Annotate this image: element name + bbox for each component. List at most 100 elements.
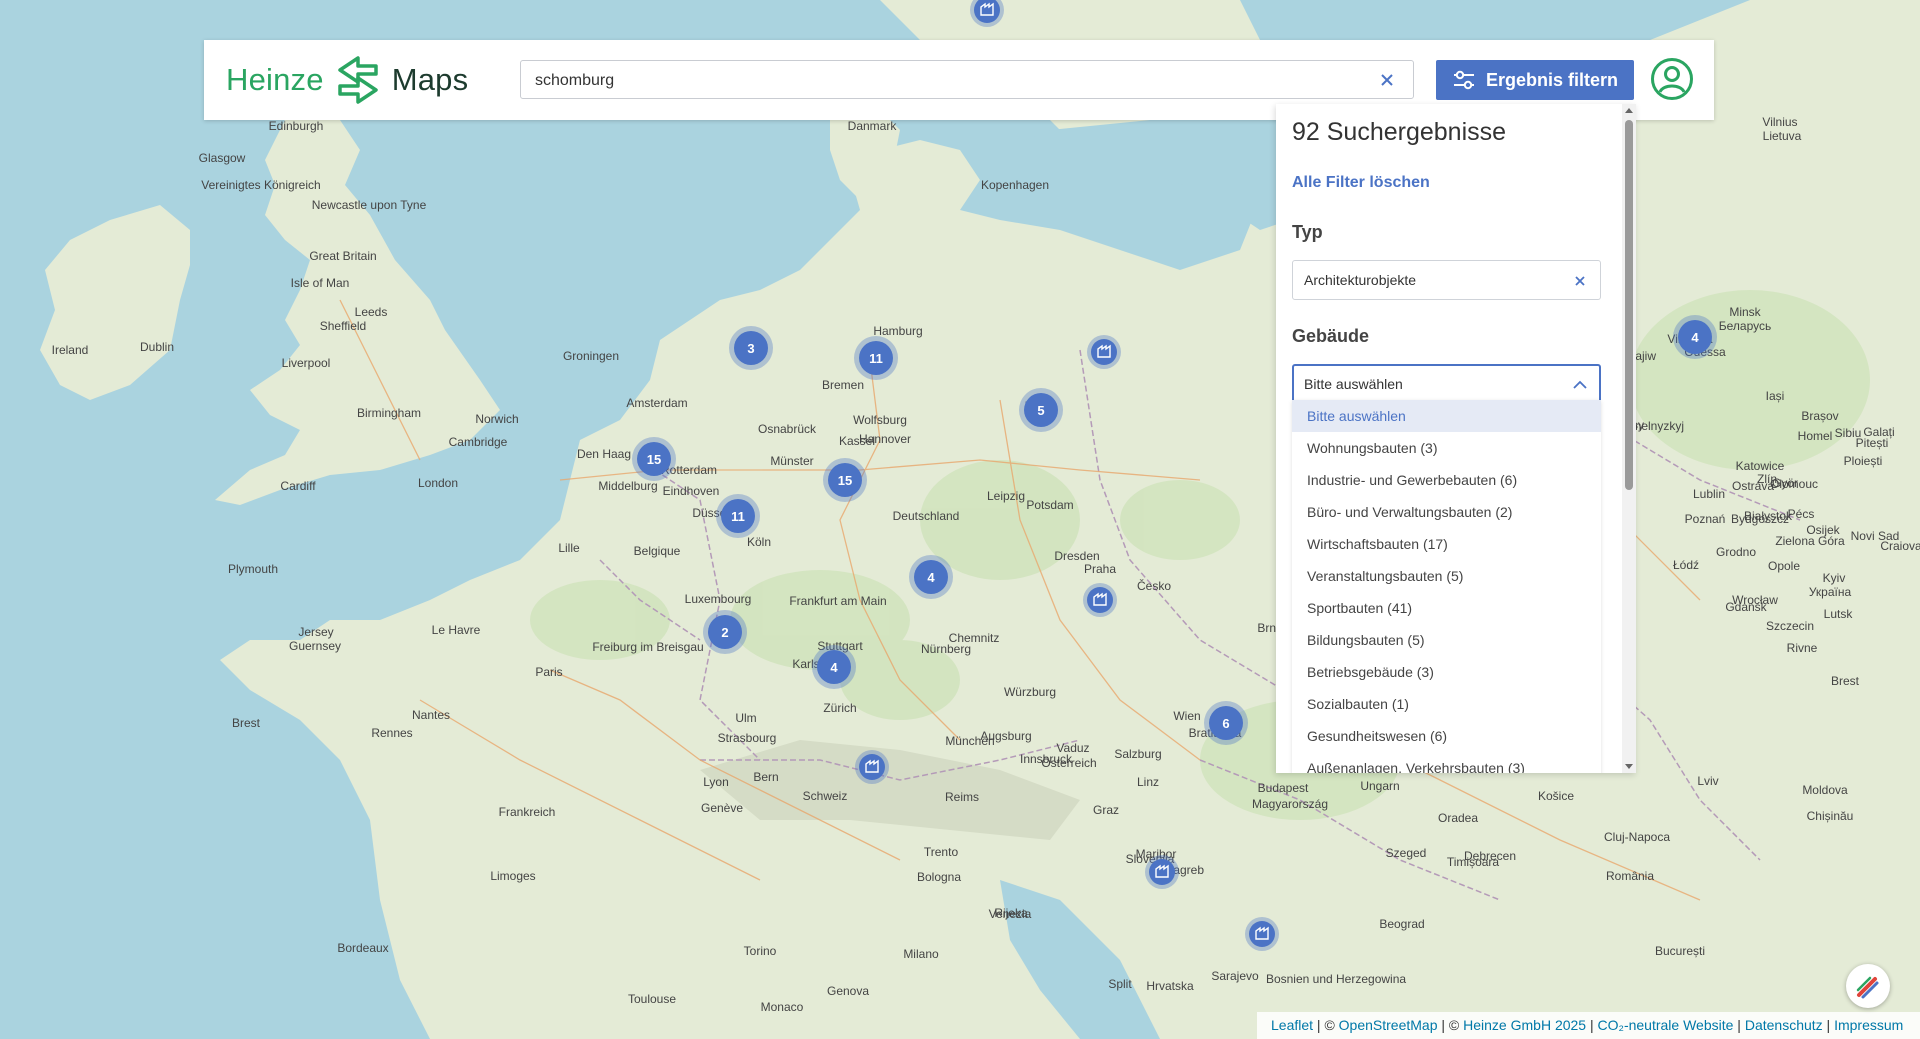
map-place-label: Ungarn (1360, 779, 1399, 793)
building-option[interactable]: Außenanlagen, Verkehrsbauten (3) (1292, 752, 1601, 773)
feedback-button[interactable] (1846, 964, 1890, 1008)
map-place-label: Köln (747, 535, 771, 549)
imprint-link[interactable]: Impressum (1834, 1017, 1903, 1033)
building-option[interactable]: Betriebsgebäude (3) (1292, 656, 1601, 688)
brand-logo[interactable]: Heinze Maps (226, 56, 468, 104)
cluster-marker[interactable]: 6 (1204, 701, 1248, 745)
map-place-label: Bern (753, 770, 778, 784)
clear-all-filters-link[interactable]: Alle Filter löschen (1292, 174, 1430, 192)
cluster-marker[interactable]: 11 (716, 494, 760, 538)
cluster-marker[interactable]: 15 (632, 437, 676, 481)
map-place-label: Poznań (1685, 512, 1726, 526)
map-place-label: Lutsk (1824, 607, 1854, 621)
scroll-up-arrow[interactable] (1625, 108, 1633, 113)
map-place-label: Zürich (823, 701, 856, 715)
user-circle-icon[interactable] (1650, 57, 1694, 101)
building-option[interactable]: Sportbauten (41) (1292, 592, 1601, 624)
map-place-label: Pécs (1788, 507, 1815, 521)
map-place-label: Vilnius (1762, 115, 1797, 129)
map-place-label: Grodno (1716, 545, 1756, 559)
map-place-label: Reims (945, 790, 979, 804)
map-place-label: Lviv (1697, 774, 1718, 788)
building-option[interactable]: Sozialbauten (1) (1292, 688, 1601, 720)
cluster-marker[interactable]: 11 (854, 336, 898, 380)
co2-neutral-link[interactable]: CO₂-neutrale Website (1598, 1017, 1734, 1033)
building-option[interactable]: Veranstaltungsbauten (5) (1292, 560, 1601, 592)
building-option[interactable]: Bildungsbauten (5) (1292, 624, 1601, 656)
map-place-label: Eindhoven (663, 484, 720, 498)
map-place-label: Guernsey (289, 639, 341, 653)
map-place-label: Hamburg (873, 324, 922, 338)
map-place-label: Glasgow (199, 151, 246, 165)
map-place-label: Rijeka (994, 906, 1028, 920)
search-input[interactable] (533, 61, 1357, 100)
map-place-label: Frankfurt am Main (789, 594, 886, 608)
map-place-label: Kassel (839, 434, 875, 448)
map-place-label: Bosnien und Herzegowina (1266, 972, 1406, 986)
scroll-down-arrow[interactable] (1625, 764, 1633, 769)
map-place-label: Edinburgh (269, 119, 324, 133)
cluster-marker[interactable]: 3 (729, 326, 773, 370)
map-place-label: Leeds (355, 305, 388, 319)
map-place-label: Plymouth (228, 562, 278, 576)
map-place-label: Україна (1809, 585, 1852, 599)
building-marker-icon[interactable] (1083, 583, 1117, 617)
map-place-label: Birmingham (357, 406, 421, 420)
map-place-label: Salzburg (1114, 747, 1161, 761)
filter-results-button[interactable]: Ergebnis filtern (1436, 60, 1634, 100)
building-option[interactable]: Industrie- und Gewerbebauten (6) (1292, 464, 1601, 496)
leaflet-link[interactable]: Leaflet (1271, 1017, 1313, 1033)
map-place-label: Toulouse (628, 992, 676, 1006)
heinze-link[interactable]: Heinze GmbH 2025 (1463, 1017, 1586, 1033)
building-option[interactable]: Gesundheitswesen (6) (1292, 720, 1601, 752)
map-attribution: Leaflet | © OpenStreetMap | © Heinze Gmb… (1257, 1012, 1920, 1039)
type-select[interactable]: Architekturobjekte (1292, 260, 1601, 300)
map-place-label: London (418, 476, 458, 490)
cluster-marker[interactable]: 2 (703, 610, 747, 654)
map-place-label: Szeged (1386, 846, 1427, 860)
map-place-label: Norwich (475, 412, 518, 426)
map-place-label: Lublin (1693, 487, 1725, 501)
building-option[interactable]: Büro- und Verwaltungsbauten (2) (1292, 496, 1601, 528)
cluster-marker[interactable]: 4 (812, 645, 856, 689)
close-icon[interactable] (1377, 70, 1397, 90)
map-place-label: Frankreich (499, 805, 556, 819)
building-option[interactable]: Wirtschaftsbauten (17) (1292, 528, 1601, 560)
scrollbar-thumb[interactable] (1625, 120, 1633, 490)
map-place-label: Nantes (412, 708, 450, 722)
results-scrollbar[interactable] (1622, 104, 1636, 773)
building-marker-icon[interactable] (855, 750, 889, 784)
cluster-count: 3 (747, 341, 754, 356)
building-marker-icon[interactable] (1087, 335, 1121, 369)
openstreetmap-link[interactable]: OpenStreetMap (1339, 1017, 1438, 1033)
cluster-count: 15 (647, 452, 661, 467)
map-place-label: Chișinău (1807, 809, 1854, 823)
cluster-marker[interactable]: 4 (1673, 315, 1717, 359)
map-place-label: Schweiz (803, 789, 848, 803)
map-place-label: Ploiești (1844, 454, 1883, 468)
map-place-label: Amsterdam (626, 396, 687, 410)
map-place-label: Freiburg im Breisgau (592, 640, 703, 654)
close-icon[interactable] (1571, 272, 1589, 290)
building-options-list: Bitte auswählen Wohnungsbauten (3) Industr… (1292, 400, 1601, 773)
cluster-marker[interactable]: 5 (1019, 388, 1063, 432)
attribution-separator: | (1733, 1017, 1745, 1033)
map-place-label: Moldova (1802, 783, 1848, 797)
cluster-count: 2 (721, 625, 728, 640)
cluster-marker[interactable]: 4 (909, 555, 953, 599)
map-place-label: Beograd (1379, 917, 1424, 931)
map-place-label: Monaco (761, 1000, 804, 1014)
building-select[interactable]: Bitte auswählen (1292, 364, 1601, 404)
cluster-marker[interactable]: 15 (823, 458, 867, 502)
building-option[interactable]: Wohnungsbauten (3) (1292, 432, 1601, 464)
cluster-count: 11 (731, 509, 745, 524)
cluster-count: 15 (838, 473, 852, 488)
building-marker-icon[interactable] (1245, 917, 1279, 951)
map-place-label: Györ (1772, 476, 1798, 490)
building-marker-icon[interactable] (1145, 855, 1179, 889)
cluster-count: 5 (1037, 403, 1044, 418)
map-place-label: Česko (1137, 578, 1171, 593)
map-place-label: Praha (1084, 562, 1116, 576)
privacy-link[interactable]: Datenschutz (1745, 1017, 1823, 1033)
building-option[interactable]: Bitte auswählen (1292, 400, 1601, 432)
